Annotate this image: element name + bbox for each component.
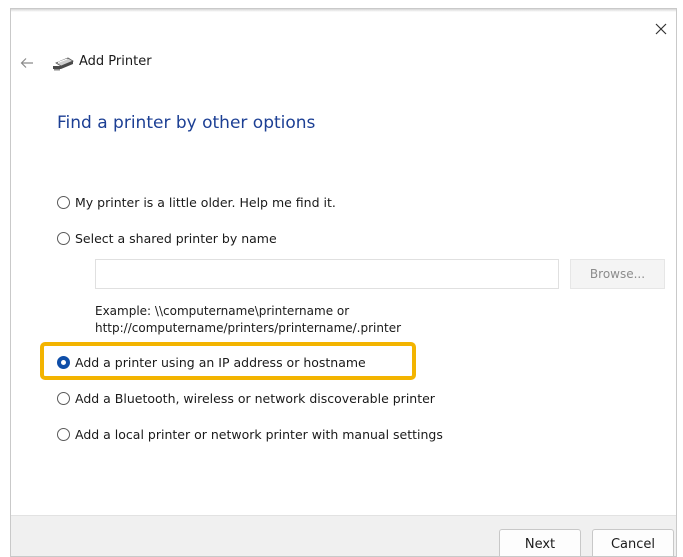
- radio-bluetooth-wireless[interactable]: [57, 392, 70, 405]
- shared-printer-name-input[interactable]: [95, 259, 559, 289]
- option-older-printer[interactable]: My printer is a little older. Help me fi…: [57, 195, 336, 210]
- option-label: Select a shared printer by name: [75, 231, 277, 246]
- add-printer-window: Add Printer Find a printer by other opti…: [10, 8, 677, 557]
- cancel-button[interactable]: Cancel: [592, 529, 674, 556]
- radio-ip-address[interactable]: [57, 356, 70, 369]
- option-shared-printer[interactable]: Select a shared printer by name: [57, 231, 277, 246]
- option-local-manual[interactable]: Add a local printer or network printer w…: [57, 427, 443, 442]
- back-button[interactable]: [17, 53, 37, 73]
- page-heading: Find a printer by other options: [57, 113, 316, 133]
- option-ip-address[interactable]: Add a printer using an IP address or hos…: [57, 355, 366, 370]
- printer-icon: [53, 57, 74, 71]
- example-text: Example: \\computername\printername or h…: [95, 303, 401, 337]
- nav-row: Add Printer: [11, 49, 311, 77]
- option-bluetooth-wireless[interactable]: Add a Bluetooth, wireless or network dis…: [57, 391, 435, 406]
- next-button[interactable]: Next: [499, 529, 581, 556]
- option-label: Add a local printer or network printer w…: [75, 427, 443, 442]
- radio-local-manual[interactable]: [57, 428, 70, 441]
- browse-button[interactable]: Browse...: [570, 259, 665, 289]
- radio-shared-printer[interactable]: [57, 232, 70, 245]
- close-icon: [655, 23, 667, 35]
- option-label: Add a printer using an IP address or hos…: [75, 355, 366, 370]
- option-label: My printer is a little older. Help me fi…: [75, 195, 336, 210]
- back-arrow-icon: [20, 58, 33, 68]
- window-title: Add Printer: [79, 54, 152, 69]
- close-button[interactable]: [646, 15, 676, 43]
- example-line-1: Example: \\computername\printername or: [95, 304, 350, 318]
- option-label: Add a Bluetooth, wireless or network dis…: [75, 391, 435, 406]
- radio-older-printer[interactable]: [57, 196, 70, 209]
- footer-bar: Next Cancel: [11, 515, 676, 556]
- example-line-2: http://computername/printers/printername…: [95, 321, 402, 335]
- window-top-edge: [11, 9, 676, 12]
